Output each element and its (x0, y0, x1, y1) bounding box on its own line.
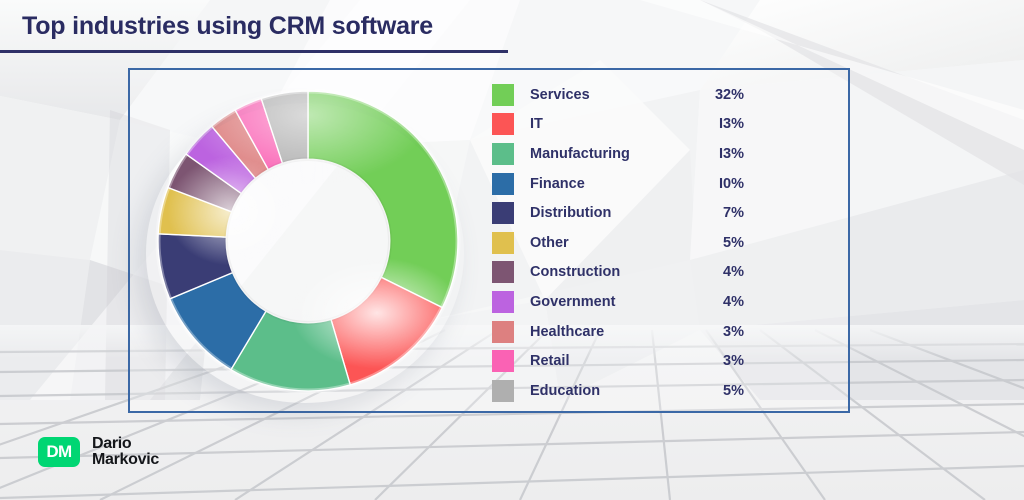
slide-canvas: Top industries using CRM software Servic… (0, 0, 1024, 500)
legend-label: Retail (530, 353, 570, 370)
legend-label: Government (530, 293, 616, 310)
legend-value: 3% (723, 323, 744, 340)
legend-item[interactable]: Government 4% (492, 287, 744, 317)
legend-item[interactable]: Manufacturing I3% (492, 139, 744, 169)
donut-chart[interactable] (140, 85, 480, 397)
legend-swatch (492, 290, 514, 313)
logo-last-name: Markovic (92, 451, 159, 469)
legend-label: Manufacturing (530, 145, 630, 162)
legend-item[interactable]: Retail 3% (492, 346, 744, 376)
legend-swatch (492, 261, 514, 284)
legend-item[interactable]: Construction 4% (492, 258, 744, 288)
legend-label: Healthcare (530, 323, 605, 340)
legend-value: 32% (714, 86, 744, 103)
legend-item[interactable]: Services 32% (492, 80, 744, 110)
legend-item[interactable]: IT I3% (492, 110, 744, 140)
legend-swatch (492, 231, 514, 254)
legend-item[interactable]: Education 5% (492, 376, 744, 406)
legend-value: I3% (719, 116, 744, 133)
legend-swatch (492, 350, 514, 373)
donut-inner-rim (224, 157, 392, 325)
legend-label: Finance (530, 175, 585, 192)
legend-label: Construction (530, 264, 621, 281)
logo-first-name: Dario (92, 435, 132, 452)
legend-swatch (492, 320, 514, 343)
legend-swatch (492, 142, 514, 165)
legend-value: 5% (723, 382, 744, 399)
chart-legend: Services 32% IT I3% Manufacturing I3% Finance I… (492, 80, 744, 406)
donut-svg (155, 88, 461, 394)
legend-label: Distribution (530, 205, 612, 222)
legend-value: I0% (719, 175, 744, 192)
legend-label: Other (530, 234, 569, 251)
legend-label: Education (530, 382, 601, 399)
legend-swatch (492, 379, 514, 402)
legend-label: Services (530, 86, 590, 103)
legend-value: 7% (723, 205, 744, 222)
legend-value: I3% (719, 145, 744, 162)
legend-value: 3% (723, 353, 744, 370)
title-underline (0, 50, 508, 53)
page-title: Top industries using CRM software (22, 12, 434, 40)
legend-swatch (492, 172, 514, 195)
brand-logo[interactable]: DM Dario Markovic (38, 435, 159, 469)
logo-wordmark: Dario Markovic (92, 435, 159, 469)
legend-item[interactable]: Distribution 7% (492, 198, 744, 228)
legend-value: 5% (723, 234, 744, 251)
logo-monogram: DM (38, 437, 80, 468)
legend-value: 4% (723, 264, 744, 281)
legend-swatch (492, 113, 514, 136)
title-block: Top industries using CRM software (0, 12, 520, 54)
legend-item[interactable]: Finance I0% (492, 169, 744, 199)
legend-item[interactable]: Healthcare 3% (492, 317, 744, 347)
legend-label: IT (530, 116, 543, 133)
legend-item[interactable]: Other 5% (492, 228, 744, 258)
legend-swatch (492, 83, 514, 106)
legend-value: 4% (723, 293, 744, 310)
legend-swatch (492, 202, 514, 225)
